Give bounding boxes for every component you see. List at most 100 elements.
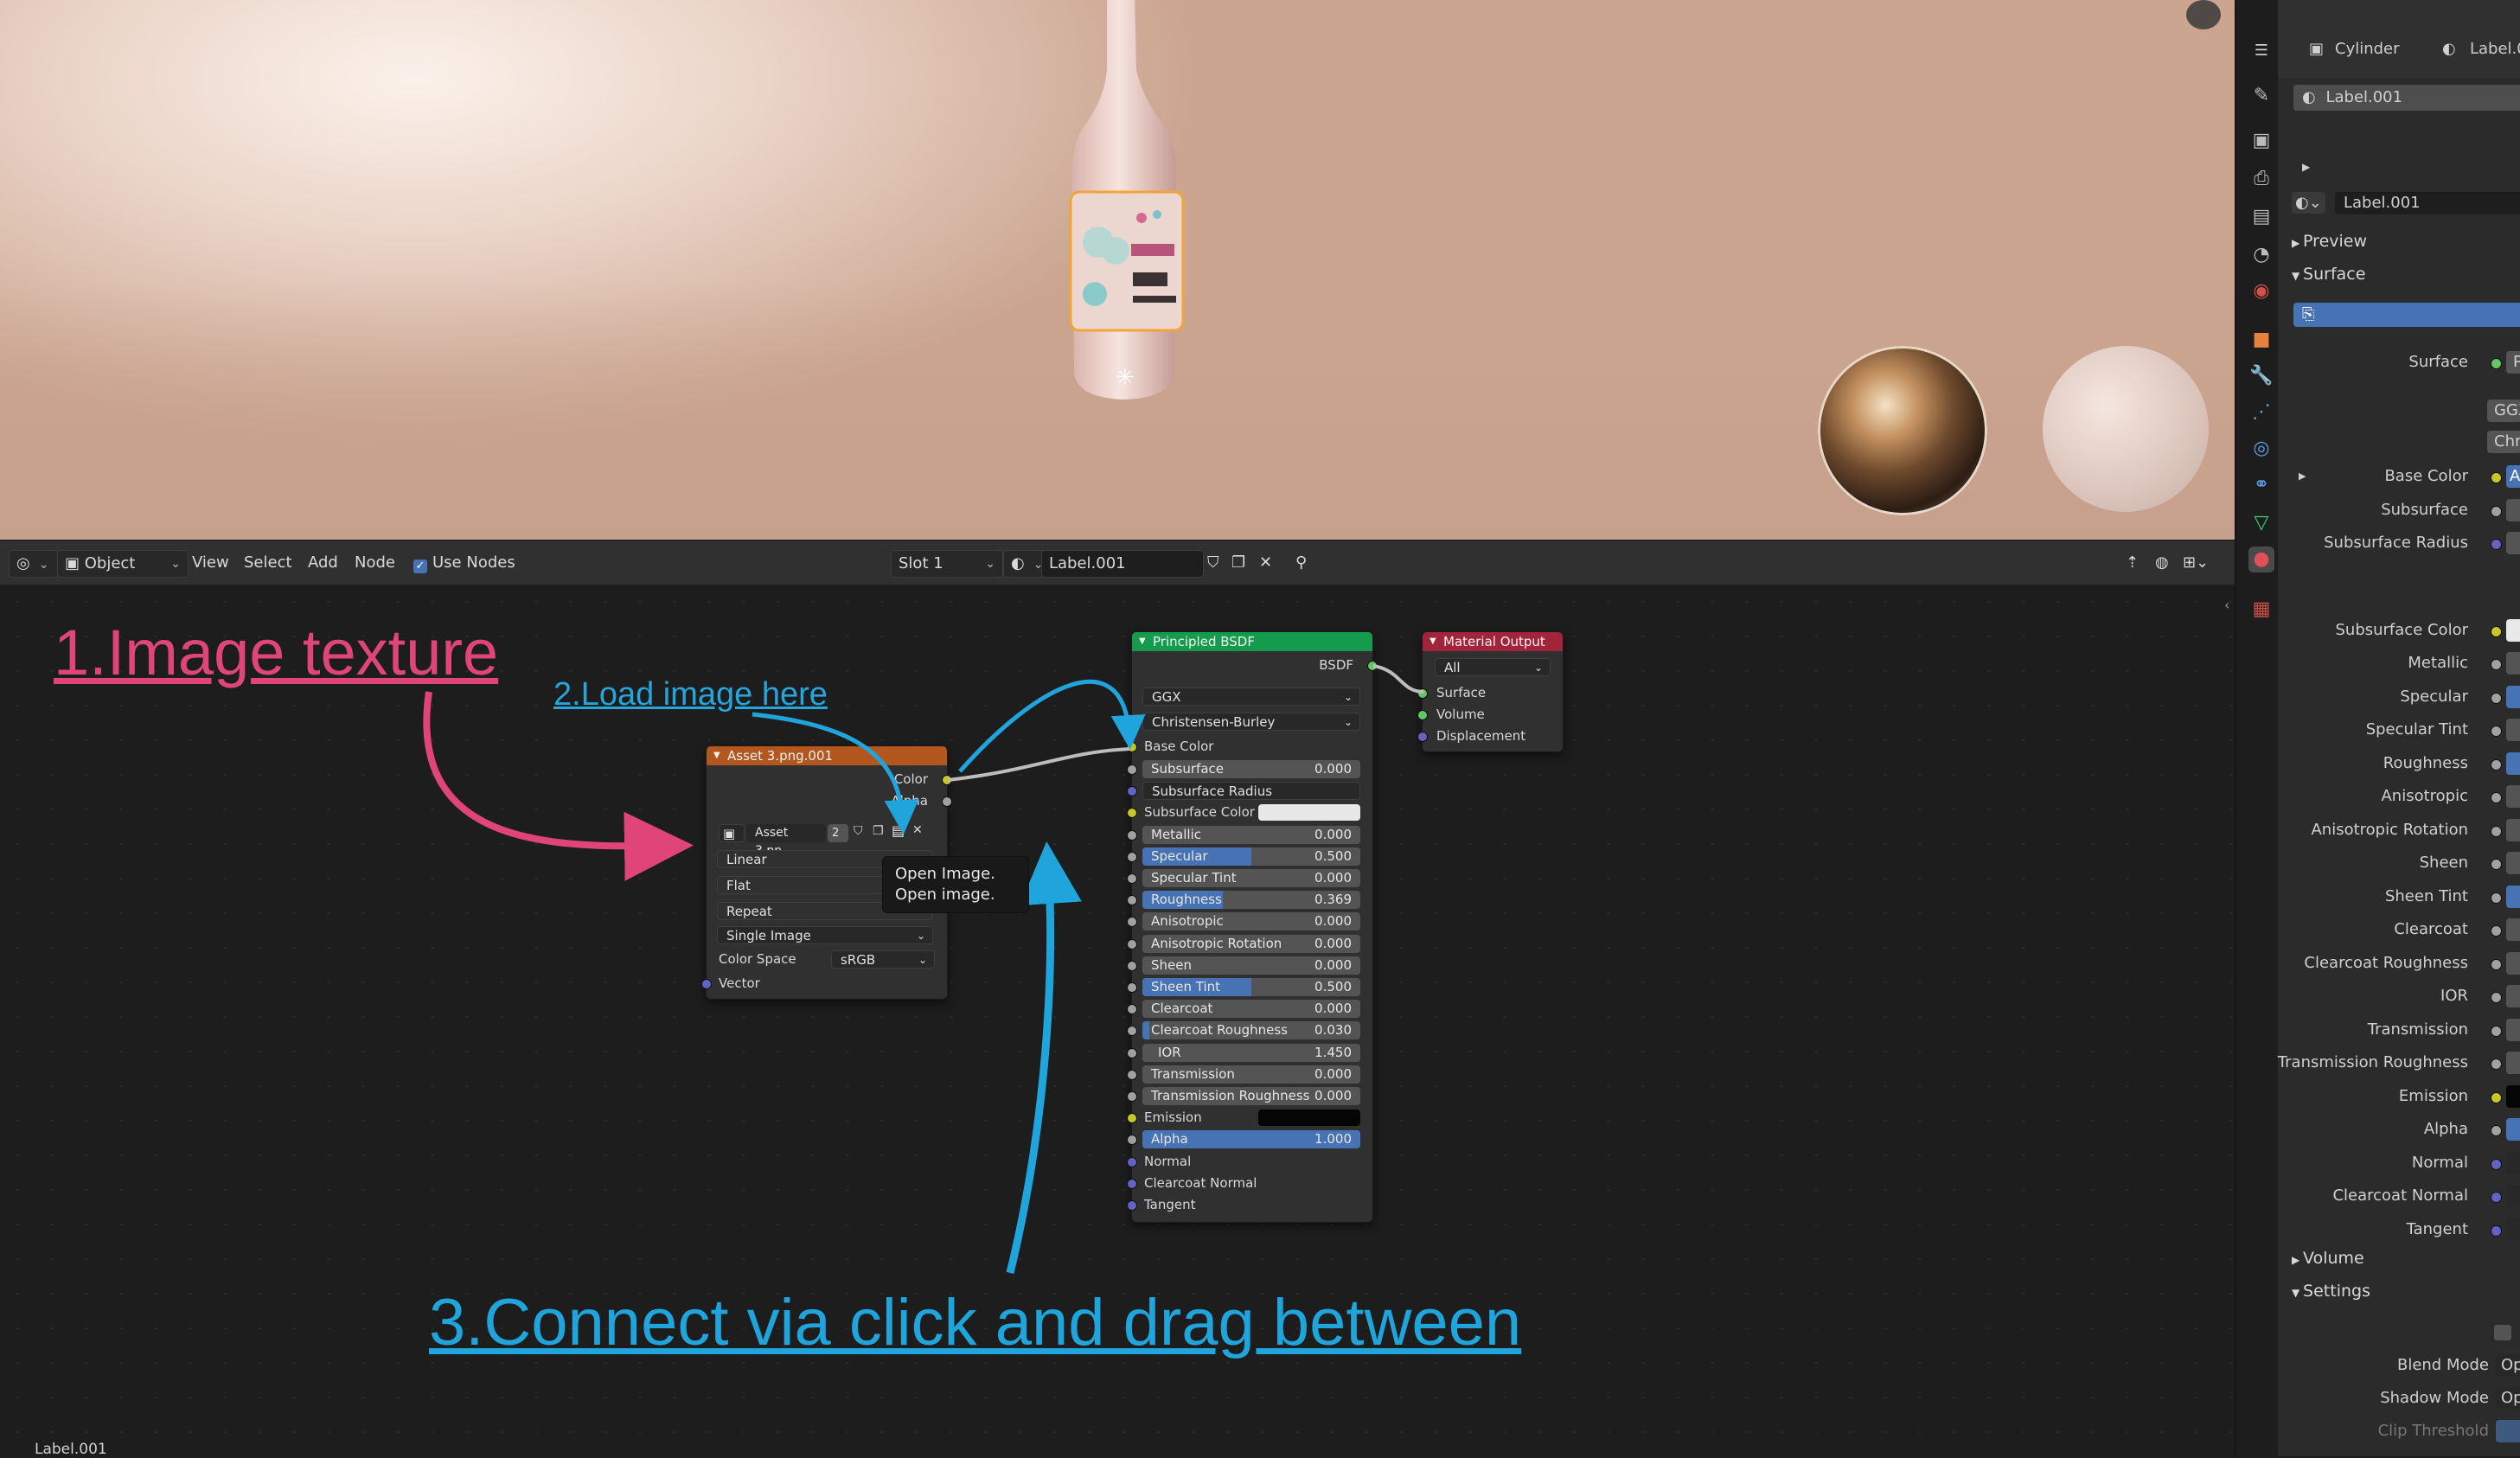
anisotropic-socket[interactable] bbox=[1127, 917, 1137, 928]
checkbox-icon[interactable]: ✓ bbox=[413, 560, 427, 573]
prop-input-field[interactable] bbox=[2506, 498, 2520, 521]
menu-select[interactable]: Select bbox=[237, 550, 299, 576]
prop-input-field[interactable]: A bbox=[2506, 465, 2520, 488]
volume-input-socket[interactable] bbox=[1417, 710, 1428, 720]
distribution-field[interactable]: GGX bbox=[2487, 400, 2520, 422]
menu-view[interactable]: View bbox=[185, 550, 236, 576]
material-slot-item[interactable]: ◐ Label.001 bbox=[2293, 85, 2520, 111]
socket-icon[interactable] bbox=[2491, 1192, 2502, 1203]
prop-input-field[interactable] bbox=[2506, 1052, 2520, 1074]
socket-icon[interactable] bbox=[2491, 758, 2502, 771]
prop-input-field[interactable] bbox=[2506, 1118, 2520, 1141]
specular-tint-socket[interactable] bbox=[1127, 873, 1137, 884]
socket-icon[interactable] bbox=[2491, 505, 2502, 517]
bsdf-output-socket[interactable] bbox=[1367, 661, 1378, 671]
sheen-slider[interactable]: Sheen 0.000 bbox=[1142, 956, 1360, 975]
anisotropic-rotation-slider[interactable]: Anisotropic Rotation 0.000 bbox=[1142, 934, 1360, 953]
users-count[interactable]: 2 bbox=[828, 824, 848, 842]
transmission-socket[interactable] bbox=[1127, 1069, 1137, 1080]
color-output-socket[interactable] bbox=[942, 775, 952, 785]
unlink-image-icon[interactable]: ✕ bbox=[912, 823, 923, 837]
method-field[interactable]: Chri bbox=[2487, 431, 2520, 453]
particles-icon[interactable]: ⋰ bbox=[2248, 400, 2274, 425]
slot-dropdown[interactable]: Slot 1 ⌄ bbox=[891, 550, 1003, 578]
section-preview[interactable]: ▶ Preview bbox=[2292, 232, 2367, 251]
clearcoat-normal-socket[interactable] bbox=[1127, 1178, 1137, 1189]
prop-input-field[interactable] bbox=[2506, 852, 2520, 874]
source-dropdown[interactable]: Single Image ⌄ bbox=[717, 926, 933, 944]
world-icon[interactable]: ◉ bbox=[2248, 278, 2274, 304]
specular-socket[interactable] bbox=[1127, 851, 1137, 862]
expand-icon[interactable]: ▶ bbox=[2299, 464, 2306, 489]
3d-viewport[interactable]: ✳ bbox=[0, 0, 2235, 540]
transmission-roughness-slider[interactable]: Transmission Roughness 0.000 bbox=[1142, 1087, 1360, 1105]
socket-icon[interactable] bbox=[2491, 1225, 2502, 1237]
socket-icon[interactable] bbox=[2491, 825, 2502, 837]
emission-swatch[interactable] bbox=[1258, 1109, 1360, 1127]
prop-input-field[interactable] bbox=[2506, 1018, 2520, 1041]
prop-input-field[interactable] bbox=[2506, 1151, 2520, 1174]
prop-input-field[interactable] bbox=[2506, 785, 2520, 808]
tangent-socket[interactable] bbox=[1127, 1200, 1137, 1211]
material-tab-name[interactable]: Label.0 bbox=[2470, 40, 2520, 58]
physics-icon[interactable]: ◎ bbox=[2248, 436, 2274, 462]
grid-icon[interactable] bbox=[2186, 0, 2221, 29]
socket-icon[interactable] bbox=[2491, 892, 2502, 904]
scene-icon[interactable]: ◔ bbox=[2248, 242, 2274, 268]
prop-input-field[interactable] bbox=[2506, 1218, 2520, 1241]
transmission-roughness-socket[interactable] bbox=[1127, 1091, 1137, 1102]
socket-icon[interactable] bbox=[2491, 1158, 2502, 1170]
render-icon[interactable]: ▣ bbox=[2248, 128, 2274, 154]
view-layer-icon[interactable]: ▤ bbox=[2248, 204, 2274, 230]
parent-node-tree-icon[interactable]: ⇡ bbox=[2119, 550, 2146, 576]
socket-icon[interactable] bbox=[2491, 925, 2502, 937]
color-space-dropdown[interactable]: sRGB ⌄ bbox=[831, 950, 935, 969]
clearcoat-socket[interactable] bbox=[1127, 1004, 1137, 1015]
material-output-node[interactable]: ▼ Material Output All ⌄ Surface Volume Dis… bbox=[1417, 631, 1564, 752]
ior-socket[interactable] bbox=[1127, 1047, 1137, 1058]
clip-threshold-field[interactable] bbox=[2496, 1420, 2520, 1442]
subsurface-slider[interactable]: Subsurface 0.000 bbox=[1142, 760, 1360, 778]
use-nodes-toggle[interactable]: ✓ Use Nodes bbox=[406, 550, 522, 576]
material-name-field[interactable]: Label.001 bbox=[2335, 192, 2520, 214]
image-browse-icon[interactable]: ▣ bbox=[719, 824, 745, 842]
socket-icon[interactable] bbox=[2491, 539, 2502, 550]
sheen-tint-slider[interactable]: Sheen Tint 0.500 bbox=[1142, 978, 1360, 996]
material-name-field[interactable]: Label.001 bbox=[1041, 550, 1204, 578]
editor-type-icon[interactable]: ☰ bbox=[2248, 38, 2274, 64]
pin-icon[interactable]: ⚲ bbox=[1289, 550, 1314, 576]
socket-icon[interactable] bbox=[2491, 659, 2502, 670]
target-dropdown[interactable]: All ⌄ bbox=[1435, 658, 1551, 676]
prop-input-field[interactable] bbox=[2506, 885, 2520, 908]
prop-input-field[interactable] bbox=[2506, 618, 2520, 642]
surface-node-selector[interactable]: ⎘ bbox=[2293, 303, 2520, 327]
collapse-sidebar-icon[interactable]: ‹ bbox=[2224, 597, 2229, 613]
output-icon[interactable]: ⎙ bbox=[2248, 166, 2274, 192]
socket-icon[interactable] bbox=[2491, 625, 2502, 637]
socket-icon[interactable] bbox=[2491, 792, 2502, 803]
node-header[interactable]: ▼ Asset 3.png.001 bbox=[707, 746, 947, 765]
subsurface-radius-socket[interactable] bbox=[1127, 786, 1137, 797]
mode-dropdown[interactable]: ▣ Object ⌄ bbox=[57, 550, 189, 578]
socket-icon[interactable] bbox=[2491, 859, 2502, 870]
socket-icon[interactable] bbox=[2491, 1058, 2502, 1070]
section-settings[interactable]: ▼ Settings bbox=[2292, 1282, 2370, 1301]
open-image-folder-icon[interactable]: ▤ bbox=[892, 822, 905, 839]
anisotropic-slider[interactable]: Anisotropic 0.000 bbox=[1142, 912, 1360, 931]
collapse-icon[interactable]: ▼ bbox=[713, 746, 720, 765]
displacement-input-socket[interactable] bbox=[1417, 732, 1428, 742]
fake-user-icon[interactable]: ⛉ bbox=[854, 824, 863, 838]
object-data-icon[interactable]: ▽ bbox=[2248, 510, 2274, 536]
blend-mode-dropdown[interactable]: Op bbox=[2496, 1354, 2520, 1377]
clearcoat-slider[interactable]: Clearcoat 0.000 bbox=[1142, 1000, 1360, 1019]
surface-input-socket[interactable] bbox=[1417, 688, 1428, 699]
sheen-socket[interactable] bbox=[1127, 960, 1137, 971]
socket-icon[interactable] bbox=[2491, 992, 2502, 1003]
constraints-icon[interactable]: ⚭ bbox=[2248, 472, 2274, 498]
collapse-icon[interactable]: ▼ bbox=[1139, 632, 1146, 651]
section-volume[interactable]: ▶ Volume bbox=[2292, 1249, 2364, 1268]
alpha-socket[interactable] bbox=[1127, 1135, 1137, 1146]
socket-icon[interactable] bbox=[2491, 472, 2502, 483]
metallic-socket[interactable] bbox=[1127, 829, 1137, 841]
node-header[interactable]: ▼ Principled BSDF bbox=[1132, 632, 1372, 651]
